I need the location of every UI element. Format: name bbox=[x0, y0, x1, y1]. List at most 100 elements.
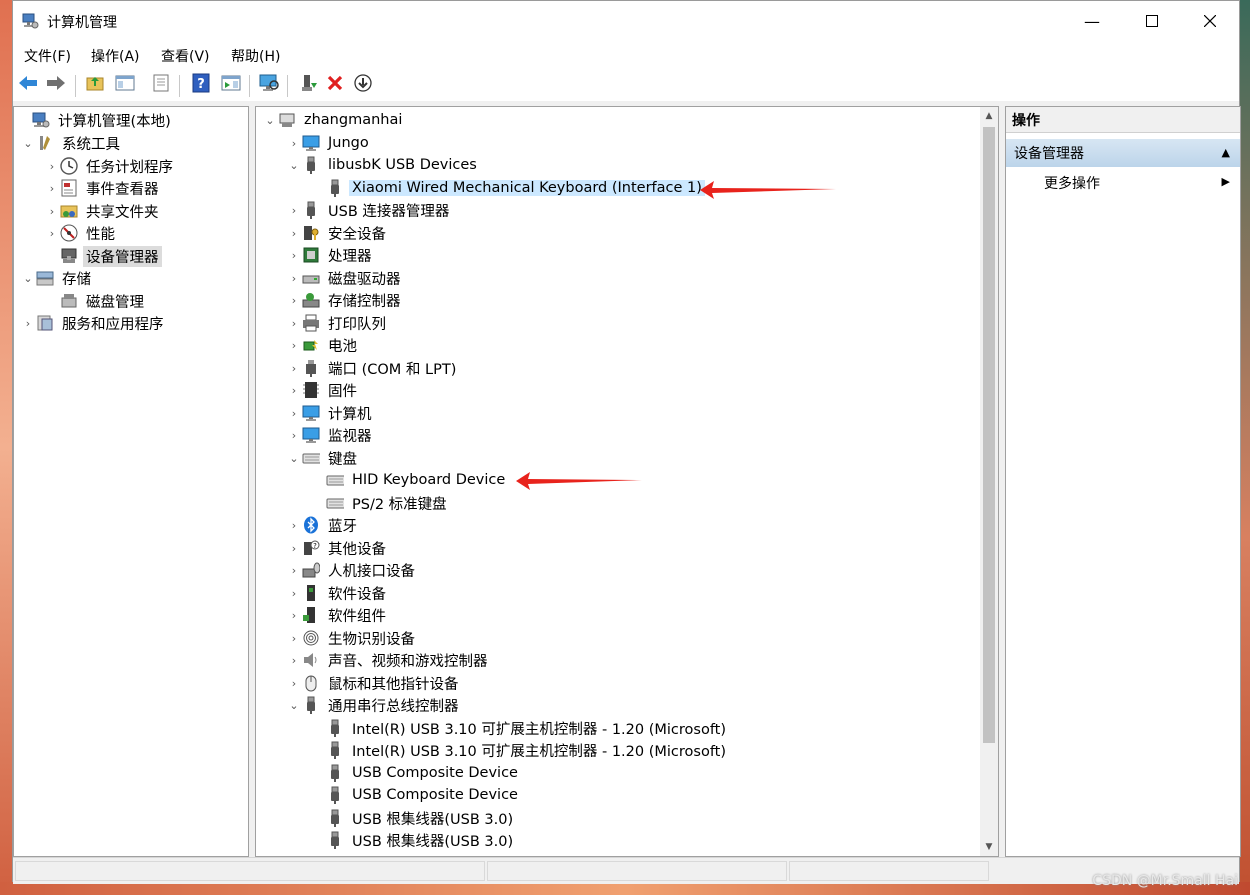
chevron-right-icon[interactable]: › bbox=[286, 312, 302, 334]
device-tree-item[interactable]: USB Composite Device bbox=[310, 784, 521, 806]
scrollbar-thumb[interactable] bbox=[983, 127, 995, 743]
chevron-right-icon[interactable]: › bbox=[286, 559, 302, 581]
device-tree-item[interactable]: › 声音、视频和游戏控制器 bbox=[286, 649, 491, 671]
device-tree-item[interactable]: ⌄ libusbK USB Devices bbox=[286, 154, 480, 176]
device-tree-item[interactable]: USB Composite Device bbox=[310, 762, 521, 784]
minimize-button[interactable]: — bbox=[1063, 1, 1121, 41]
vertical-scrollbar[interactable]: ▲ ▼ bbox=[980, 107, 998, 856]
device-tree-item[interactable]: › 安全设备 bbox=[286, 222, 389, 244]
device-tree-item[interactable]: › 监视器 bbox=[286, 424, 375, 446]
device-tree-item[interactable]: › 生物识别设备 bbox=[286, 627, 418, 649]
device-tree-item[interactable]: › 存储控制器 bbox=[286, 289, 404, 311]
device-tree-item[interactable]: USB 根集线器(USB 3.0) bbox=[310, 829, 516, 851]
forward-button[interactable] bbox=[44, 73, 68, 97]
menu-help[interactable]: 帮助(H) bbox=[231, 46, 280, 66]
close-button[interactable] bbox=[1181, 1, 1239, 41]
scroll-down-icon[interactable]: ▼ bbox=[980, 838, 998, 856]
tree-item-event-viewer[interactable]: › 事件查看器 bbox=[44, 177, 162, 199]
show-action-pane-button[interactable] bbox=[219, 73, 243, 97]
maximize-button[interactable] bbox=[1123, 1, 1181, 41]
device-tree-item[interactable]: Xiaomi Wired Mechanical Keyboard (Interf… bbox=[310, 177, 705, 199]
device-tree-item[interactable]: HID Keyboard Device bbox=[310, 469, 508, 491]
device-tree-item[interactable]: › 软件设备 bbox=[286, 582, 389, 604]
chevron-right-icon[interactable]: › bbox=[286, 402, 302, 424]
tree-item-task-scheduler[interactable]: › 任务计划程序 bbox=[44, 155, 176, 177]
tree-item-performance[interactable]: › 性能 bbox=[44, 222, 118, 244]
tree-item-computer-management[interactable]: 计算机管理(本地) bbox=[16, 109, 174, 131]
chevron-right-icon[interactable]: › bbox=[286, 379, 302, 401]
device-tree-item[interactable]: Intel(R) USB 3.10 可扩展主机控制器 - 1.20 (Micro… bbox=[310, 739, 729, 761]
chevron-down-icon[interactable]: ⌄ bbox=[286, 694, 302, 716]
device-tree-item[interactable]: › 固件 bbox=[286, 379, 360, 401]
chevron-right-icon[interactable]: › bbox=[286, 604, 302, 626]
device-tree-item[interactable]: Intel(R) USB 3.10 可扩展主机控制器 - 1.20 (Micro… bbox=[310, 717, 729, 739]
chevron-right-icon[interactable]: › bbox=[286, 132, 302, 154]
device-tree-item[interactable]: › 鼠标和其他指针设备 bbox=[286, 672, 462, 694]
device-tree-item[interactable]: › 软件组件 bbox=[286, 604, 389, 626]
device-tree-item[interactable]: › Jungo bbox=[286, 132, 372, 154]
chevron-right-icon[interactable]: › bbox=[286, 267, 302, 289]
device-tree-item[interactable]: › 磁盘驱动器 bbox=[286, 267, 404, 289]
menu-view[interactable]: 查看(V) bbox=[161, 46, 210, 66]
device-tree-item[interactable]: › 蓝牙 bbox=[286, 514, 360, 536]
chevron-right-icon[interactable]: › bbox=[286, 649, 302, 671]
tree-item-shared-folders[interactable]: › 共享文件夹 bbox=[44, 200, 162, 222]
tree-item-disk-management[interactable]: 磁盘管理 bbox=[44, 290, 147, 312]
chevron-right-icon[interactable]: › bbox=[286, 244, 302, 266]
chevron-right-icon[interactable]: › bbox=[286, 514, 302, 536]
device-tree-item[interactable]: › 打印队列 bbox=[286, 312, 389, 334]
chevron-right-icon[interactable]: › bbox=[44, 177, 60, 199]
device-tree-item[interactable]: ⌄ 通用串行总线控制器 bbox=[286, 694, 462, 716]
chevron-right-icon[interactable]: › bbox=[286, 334, 302, 356]
chevron-right-icon[interactable]: › bbox=[286, 627, 302, 649]
chevron-right-icon[interactable]: › bbox=[44, 200, 60, 222]
properties-button[interactable] bbox=[149, 73, 173, 97]
device-tree-item[interactable]: › 人机接口设备 bbox=[286, 559, 418, 581]
back-button[interactable] bbox=[16, 73, 40, 97]
scroll-up-icon[interactable]: ▲ bbox=[980, 107, 998, 125]
tree-item-services-applications[interactable]: › 服务和应用程序 bbox=[20, 312, 167, 334]
uninstall-device-button[interactable] bbox=[323, 73, 347, 97]
help-button[interactable]: ? bbox=[189, 73, 213, 97]
actions-section-device-manager[interactable]: 设备管理器 ▲ bbox=[1006, 139, 1240, 167]
device-tree-item[interactable]: › 计算机 bbox=[286, 402, 375, 424]
chevron-right-icon[interactable]: › bbox=[286, 582, 302, 604]
device-tree-item[interactable]: › 端口 (COM 和 LPT) bbox=[286, 357, 459, 379]
device-tree-item[interactable]: › USB 连接器管理器 bbox=[286, 199, 452, 221]
menu-action[interactable]: 操作(A) bbox=[91, 46, 140, 66]
device-tree-item[interactable]: › 处理器 bbox=[286, 244, 375, 266]
submenu-arrow-icon[interactable]: ▶ bbox=[1222, 175, 1230, 188]
device-tree-item[interactable]: PS/2 标准键盘 bbox=[310, 492, 450, 514]
show-hide-tree-button[interactable] bbox=[113, 73, 137, 97]
disable-device-button[interactable] bbox=[351, 73, 375, 97]
tree-item-system-tools[interactable]: ⌄ 系统工具 bbox=[20, 132, 123, 154]
device-tree-item[interactable]: ›? 其他设备 bbox=[286, 537, 389, 559]
device-tree-item[interactable]: › 电池 bbox=[286, 334, 360, 356]
tree-item-storage[interactable]: ⌄ 存储 bbox=[20, 267, 94, 289]
scan-hardware-button[interactable] bbox=[257, 73, 281, 97]
chevron-down-icon[interactable]: ⌄ bbox=[286, 154, 302, 176]
device-tree-item[interactable]: ⌄ zhangmanhai bbox=[262, 109, 405, 131]
chevron-right-icon[interactable]: › bbox=[286, 672, 302, 694]
menu-file[interactable]: 文件(F) bbox=[24, 46, 71, 66]
more-actions-item[interactable]: 更多操作 bbox=[1044, 173, 1100, 193]
up-level-button[interactable] bbox=[83, 73, 107, 97]
chevron-down-icon[interactable]: ⌄ bbox=[286, 447, 302, 469]
chevron-right-icon[interactable]: › bbox=[286, 222, 302, 244]
device-tree-item[interactable]: ⌄ 键盘 bbox=[286, 447, 360, 469]
chevron-down-icon[interactable]: ⌄ bbox=[262, 109, 278, 131]
chevron-right-icon[interactable]: › bbox=[20, 312, 36, 334]
chevron-right-icon[interactable]: › bbox=[44, 222, 60, 244]
chevron-right-icon[interactable]: › bbox=[286, 424, 302, 446]
update-driver-button[interactable] bbox=[297, 73, 321, 97]
chevron-right-icon[interactable]: › bbox=[286, 537, 302, 559]
chevron-right-icon[interactable]: › bbox=[44, 155, 60, 177]
chevron-down-icon[interactable]: ⌄ bbox=[20, 267, 36, 289]
collapse-up-icon[interactable]: ▲ bbox=[1222, 146, 1230, 159]
title-bar[interactable]: 计算机管理 — bbox=[13, 1, 1239, 41]
chevron-right-icon[interactable]: › bbox=[286, 357, 302, 379]
tree-item-device-manager[interactable]: 设备管理器 bbox=[44, 245, 162, 267]
chevron-down-icon[interactable]: ⌄ bbox=[20, 132, 36, 154]
chevron-right-icon[interactable]: › bbox=[286, 199, 302, 221]
chevron-right-icon[interactable]: › bbox=[286, 289, 302, 311]
